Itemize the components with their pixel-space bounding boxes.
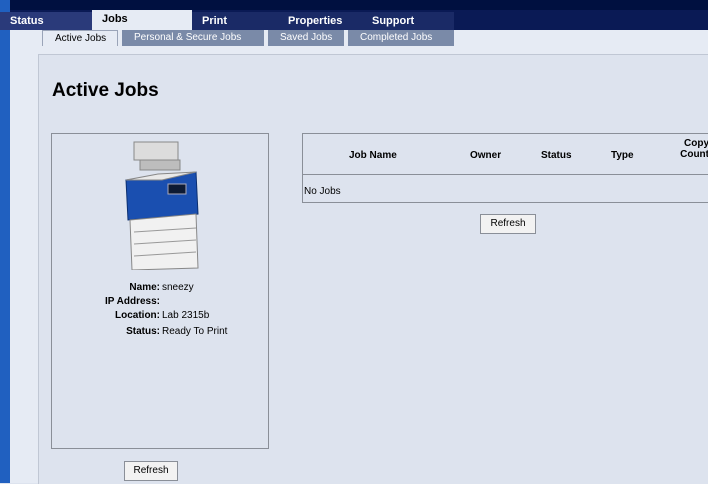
printer-location-value: Lab 2315b (162, 310, 210, 321)
left-edge-bar (0, 0, 10, 483)
column-type[interactable]: Type (611, 150, 634, 161)
printer-name-value: sneezy (162, 282, 194, 293)
printer-location-label: Location: (115, 310, 160, 321)
tab-support-label: Support (372, 15, 415, 27)
printer-status-value: Ready To Print (162, 326, 228, 337)
printer-info-panel: Name: sneezy IP Address: Location: Lab 2… (51, 133, 269, 449)
jobs-refresh-button[interactable]: Refresh (480, 214, 536, 234)
subtab-active-jobs-label: Active Jobs (55, 33, 107, 44)
tab-status-label: Status (10, 15, 44, 27)
column-owner[interactable]: Owner (470, 150, 501, 161)
subtab-saved-jobs-label: Saved Jobs (280, 32, 333, 43)
tab-print-label: Print (202, 15, 228, 27)
column-status[interactable]: Status (541, 150, 572, 161)
jobs-table-header: Job Name Owner Status Type Copy Count (303, 134, 708, 175)
printer-ip-label: IP Address: (104, 296, 160, 307)
printer-refresh-button[interactable]: Refresh (124, 461, 178, 481)
printer-name-label: Name: (129, 282, 160, 293)
printer-status-label: Status: (126, 326, 160, 337)
column-copy-count[interactable]: Copy Count (677, 138, 708, 160)
tab-support[interactable]: Support (362, 12, 454, 30)
tab-properties[interactable]: Properties (278, 12, 362, 30)
tab-print[interactable]: Print (192, 12, 278, 30)
no-jobs-message: No Jobs (304, 186, 341, 197)
page-title: Active Jobs (52, 80, 159, 101)
active-jobs-table: Job Name Owner Status Type Copy Count No… (302, 133, 708, 203)
subtab-personal-secure-jobs[interactable]: Personal & Secure Jobs (122, 30, 264, 46)
tab-status[interactable]: Status (0, 12, 92, 30)
printer-icon (125, 141, 199, 270)
subtab-completed-jobs[interactable]: Completed Jobs (348, 30, 454, 46)
column-job-name[interactable]: Job Name (349, 150, 397, 161)
subtab-saved-jobs[interactable]: Saved Jobs (268, 30, 344, 46)
tab-jobs[interactable]: Jobs (92, 10, 192, 30)
subtab-personal-secure-jobs-label: Personal & Secure Jobs (134, 32, 242, 43)
subtab-completed-jobs-label: Completed Jobs (360, 32, 433, 43)
tab-jobs-label: Jobs (102, 13, 128, 25)
subtab-active-jobs[interactable]: Active Jobs (42, 30, 118, 46)
tab-properties-label: Properties (288, 15, 343, 27)
